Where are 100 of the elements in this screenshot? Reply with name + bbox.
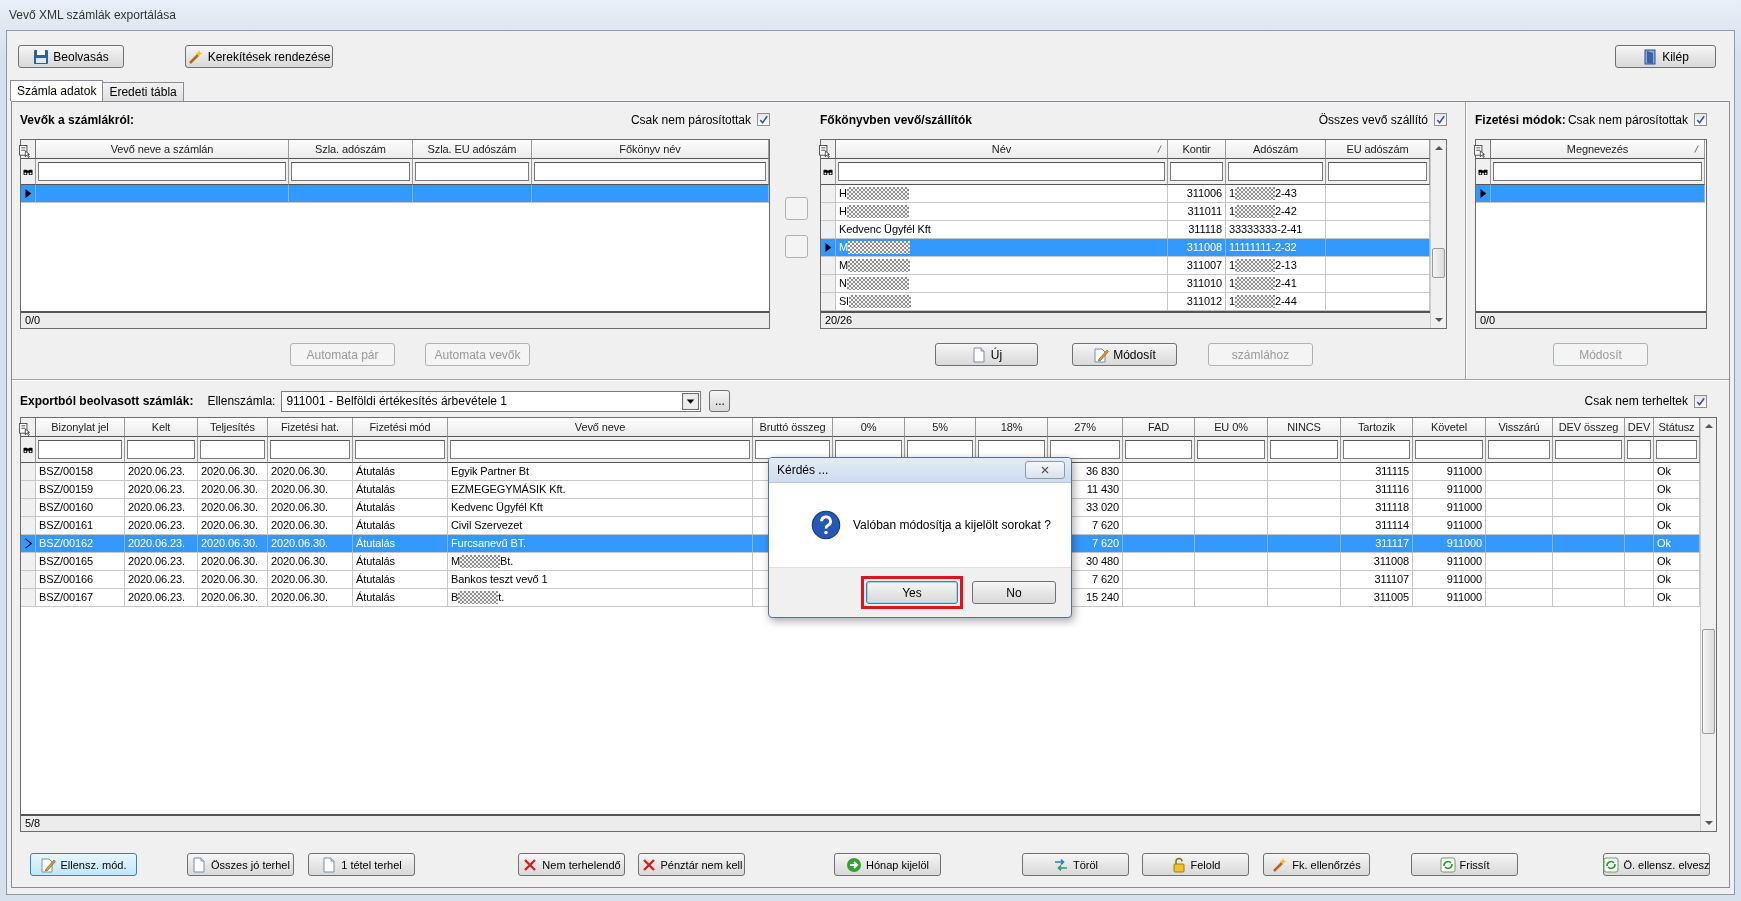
- action-button[interactable]: Pénztár nem kell: [638, 853, 745, 876]
- action-button[interactable]: 1 tétel terhel: [308, 853, 415, 876]
- filter-field[interactable]: [1488, 440, 1550, 459]
- action-button[interactable]: Fk. ellenőrzés: [1263, 853, 1370, 876]
- column-header[interactable]: Bruttó összeg: [753, 418, 833, 437]
- dialog-button[interactable]: No: [972, 581, 1056, 604]
- action-button[interactable]: Felold: [1142, 853, 1249, 876]
- table-cell: 2020.06.30.: [198, 463, 268, 481]
- checkbox[interactable]: [1434, 113, 1447, 126]
- filter-field[interactable]: [1270, 440, 1338, 459]
- filter-field[interactable]: [838, 162, 1165, 181]
- column-header[interactable]: Név: [836, 140, 1168, 159]
- column-header[interactable]: 18%: [976, 418, 1048, 437]
- cell-text: 1: [1229, 204, 1236, 219]
- filter-field[interactable]: [38, 162, 286, 181]
- table-cell: 311011: [1168, 203, 1226, 221]
- column-header[interactable]: DEV összeg: [1553, 418, 1625, 437]
- action-button[interactable]: Új: [935, 343, 1038, 366]
- column-header[interactable]: EU adószám: [1326, 140, 1430, 159]
- browse-button[interactable]: ...: [709, 390, 731, 412]
- scrollbar[interactable]: [1430, 140, 1446, 328]
- filter-field[interactable]: [270, 440, 350, 459]
- column-header[interactable]: Bizonylat jel: [36, 418, 125, 437]
- table-cell: 911000: [1413, 463, 1486, 481]
- column-header[interactable]: Főkönyv név: [532, 140, 769, 159]
- column-header[interactable]: Szla. adószám: [289, 140, 413, 159]
- filter-field[interactable]: [1197, 440, 1265, 459]
- column-header[interactable]: Kelt: [125, 418, 198, 437]
- column-header[interactable]: Vevő neve a számlán: [36, 140, 289, 159]
- table-cell: 2020.06.30.: [268, 589, 353, 607]
- filter-field[interactable]: [1328, 162, 1427, 181]
- column-header[interactable]: Státusz: [1654, 418, 1700, 437]
- column-header[interactable]: EU 0%: [1195, 418, 1268, 437]
- filter-field[interactable]: [1415, 440, 1483, 459]
- filter-field[interactable]: [534, 162, 766, 181]
- column-header[interactable]: NINCS: [1268, 418, 1341, 437]
- filter-field[interactable]: [1343, 440, 1410, 459]
- column-header[interactable]: 5%: [905, 418, 976, 437]
- action-button[interactable]: Hónap kijelöl: [834, 853, 941, 876]
- column-header[interactable]: 0%: [833, 418, 905, 437]
- action-button[interactable]: Ö. ellensz. elvesz: [1603, 853, 1710, 876]
- filter-field[interactable]: [1555, 440, 1622, 459]
- filter-field[interactable]: [755, 440, 830, 459]
- checkbox[interactable]: [757, 113, 770, 126]
- filter-field[interactable]: [1228, 162, 1323, 181]
- filter-field[interactable]: [1493, 162, 1702, 181]
- column-header[interactable]: Fizetési mód: [353, 418, 448, 437]
- table-cell: Átutalás: [353, 571, 448, 589]
- read-button[interactable]: Beolvasás: [18, 45, 124, 68]
- filter-field[interactable]: [355, 440, 445, 459]
- filter-field[interactable]: [1050, 440, 1120, 459]
- table-cell: BSZ/00165: [36, 553, 125, 571]
- check-icon: [1695, 395, 1706, 407]
- row-selector[interactable]: [1476, 185, 1491, 203]
- column-header[interactable]: Kontir: [1168, 140, 1226, 159]
- column-header[interactable]: Vevő neve: [448, 418, 753, 437]
- column-header[interactable]: Szla. EU adószám: [413, 140, 532, 159]
- row-selector[interactable]: [21, 185, 36, 203]
- column-header[interactable]: Tartozik: [1341, 418, 1413, 437]
- checkbox[interactable]: [1694, 113, 1707, 126]
- rounding-button[interactable]: Kerekítések rendezése: [185, 45, 333, 68]
- row-selector[interactable]: [21, 535, 36, 553]
- action-button[interactable]: Frissít: [1411, 853, 1518, 876]
- checkbox[interactable]: [1694, 394, 1707, 408]
- filter-field[interactable]: [1627, 440, 1651, 459]
- filter-field[interactable]: [38, 440, 122, 459]
- table-cell: 911000: [1413, 589, 1486, 607]
- column-header[interactable]: 27%: [1048, 418, 1123, 437]
- account-dropdown[interactable]: 911001 - Belföldi értékesítés árbevétele 1: [281, 390, 702, 412]
- pixelated-area: [848, 259, 911, 272]
- dialog-button[interactable]: Yes: [866, 581, 958, 604]
- record-count: 0/0: [21, 311, 769, 328]
- action-button[interactable]: Nem terhelendő: [518, 853, 625, 876]
- filter-field[interactable]: [1125, 440, 1192, 459]
- column-header[interactable]: Követel: [1413, 418, 1486, 437]
- filter-field[interactable]: [1170, 162, 1223, 181]
- filter-field[interactable]: [200, 440, 265, 459]
- tab[interactable]: Számla adatok: [10, 80, 104, 101]
- action-button[interactable]: Töröl: [1022, 853, 1129, 876]
- column-header[interactable]: FAD: [1123, 418, 1195, 437]
- filter-field[interactable]: [127, 440, 195, 459]
- column-header[interactable]: Teljesítés: [198, 418, 268, 437]
- save-icon: [33, 48, 50, 65]
- scrollbar[interactable]: [1700, 418, 1716, 831]
- filter-field[interactable]: [450, 440, 750, 459]
- row-selector[interactable]: [821, 239, 836, 257]
- section-title: Főkönyvben vevő/szállítók: [820, 112, 973, 127]
- column-header[interactable]: Adószám: [1226, 140, 1326, 159]
- action-button[interactable]: Ellensz. mód.: [30, 853, 137, 876]
- column-header[interactable]: Visszárú: [1486, 418, 1553, 437]
- filter-field[interactable]: [1656, 440, 1697, 459]
- column-header[interactable]: DEV: [1625, 418, 1654, 437]
- tab[interactable]: Eredeti tábla: [102, 82, 184, 101]
- action-button[interactable]: Módosít: [1072, 343, 1177, 366]
- filter-field[interactable]: [415, 162, 529, 181]
- exit-button[interactable]: Kilép: [1615, 45, 1716, 68]
- column-header[interactable]: Fizetési hat.: [268, 418, 353, 437]
- column-header[interactable]: Megnevezés: [1491, 140, 1705, 159]
- action-button[interactable]: Összes jó terhel: [187, 853, 294, 876]
- filter-field[interactable]: [291, 162, 410, 181]
